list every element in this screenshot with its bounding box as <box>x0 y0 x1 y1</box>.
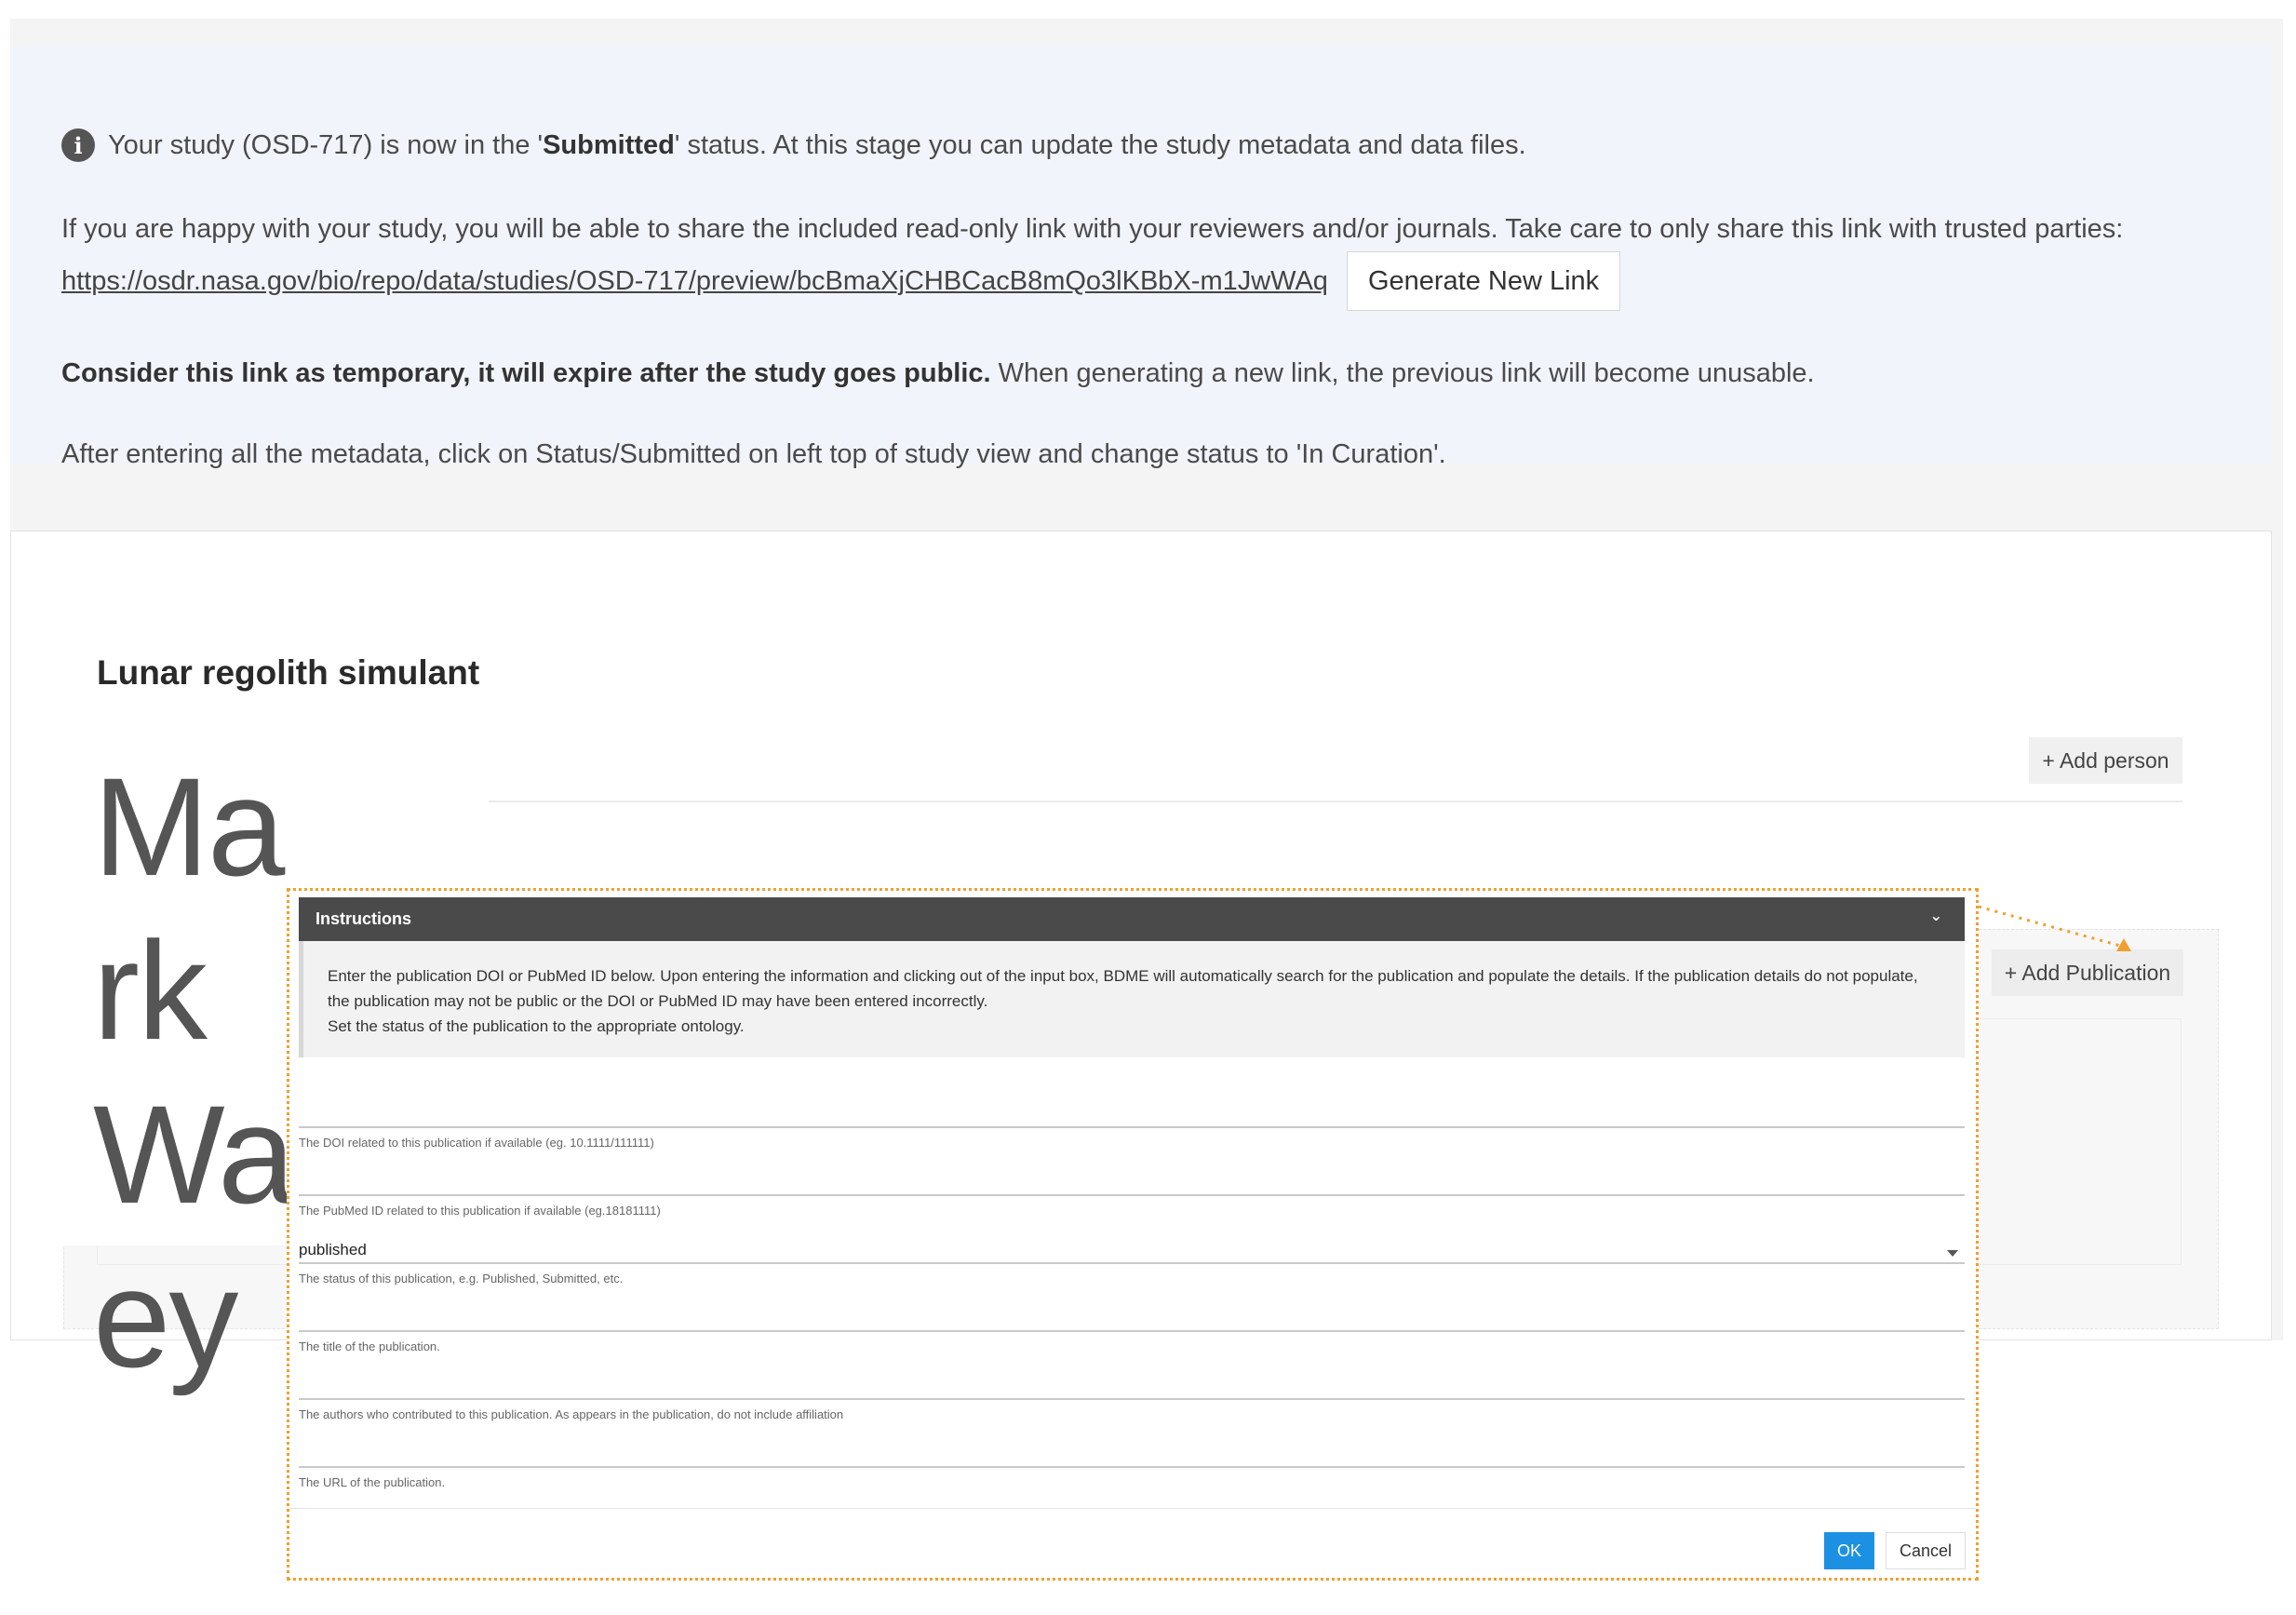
status-select-value[interactable]: published <box>299 1241 367 1259</box>
add-publication-button[interactable]: + Add Publication <box>1992 949 2183 996</box>
status-select[interactable] <box>299 1262 1965 1264</box>
instructions-text-ontology: Set the status of the publication to the… <box>328 1017 745 1035</box>
url-help: The URL of the publication. <box>299 1475 446 1489</box>
share-instructions: If you are happy with your study, you wi… <box>61 214 2124 244</box>
url-input[interactable] <box>299 1466 1965 1468</box>
instructions-title: Instructions <box>316 909 412 928</box>
cancel-button[interactable]: Cancel <box>1886 1532 1966 1569</box>
publication-title-help: The title of the publication. <box>299 1339 440 1353</box>
instructions-header[interactable]: Instructions ⌄ <box>299 897 1965 941</box>
instructions-text: Enter the publication DOI or PubMed ID b… <box>328 967 1918 1010</box>
dropdown-caret-icon[interactable] <box>1947 1250 1958 1257</box>
publication-title-input[interactable] <box>299 1330 1965 1332</box>
study-title: Lunar regolith simulant <box>97 653 480 692</box>
status-help: The status of this publication, e.g. Pub… <box>299 1272 624 1285</box>
preview-link-row: https://osdr.nasa.gov/bio/repo/data/stud… <box>61 251 1621 311</box>
people-divider <box>489 801 2182 802</box>
temporary-link-warning: Consider this link as temporary, it will… <box>61 358 1815 388</box>
generate-new-link-button[interactable]: Generate New Link <box>1346 251 1621 311</box>
callout-arrow <box>1979 905 2131 951</box>
pubmed-id-help: The PubMed ID related to this publicatio… <box>299 1204 661 1218</box>
authors-help: The authors who contributed to this publ… <box>299 1407 844 1421</box>
authors-input[interactable] <box>299 1398 1965 1400</box>
chevron-down-icon[interactable]: ⌄ <box>1930 907 1942 924</box>
submission-notice: i Your study (OSD-717) is now in the 'Su… <box>10 45 2272 469</box>
doi-input[interactable] <box>299 1126 1965 1128</box>
doi-help: The DOI related to this publication if a… <box>299 1136 654 1150</box>
add-person-button[interactable]: + Add person <box>2029 737 2182 784</box>
instructions-body: Enter the publication DOI or PubMed ID b… <box>299 941 1965 1057</box>
info-icon: i <box>61 128 95 162</box>
pubmed-id-input[interactable] <box>299 1194 1965 1196</box>
ok-button[interactable]: OK <box>1824 1532 1874 1569</box>
status-text: Your study (OSD-717) is now in the 'Subm… <box>108 129 1526 160</box>
preview-link[interactable]: https://osdr.nasa.gov/bio/repo/data/stud… <box>61 266 1328 297</box>
dialog-footer-divider <box>289 1508 1976 1509</box>
page: i Your study (OSD-717) is now in the 'Su… <box>0 0 2296 1615</box>
curation-instructions: After entering all the metadata, click o… <box>61 439 1446 469</box>
notice-status-line: i Your study (OSD-717) is now in the 'Su… <box>61 128 1526 162</box>
person-name: Mark Waey <box>93 748 295 1396</box>
